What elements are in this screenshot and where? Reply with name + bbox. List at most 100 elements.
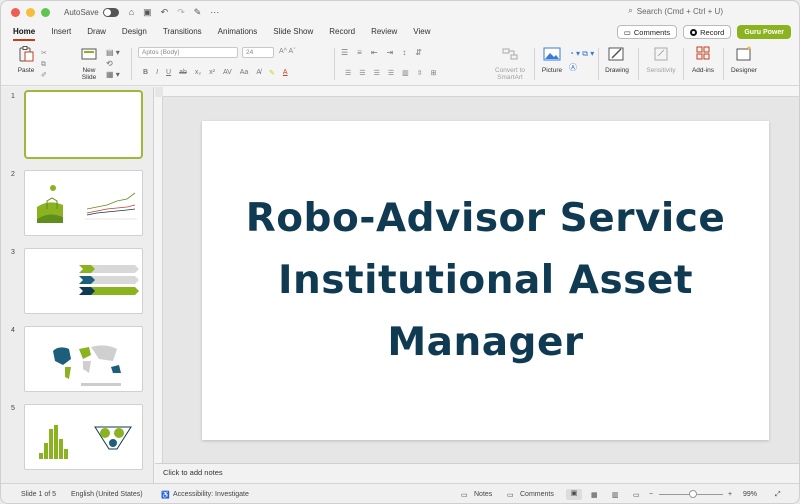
search-box[interactable]: ⌕ Search (Cmd + Ctrl + U) [628,6,723,16]
cut-icon[interactable]: ✂ [41,48,47,59]
ribbon-divider [131,48,132,80]
vertical-align-icon[interactable]: ⊞ [431,69,437,77]
bold-icon[interactable]: B [143,69,148,77]
slide-thumbnail-5[interactable] [24,404,143,470]
section-icon[interactable]: ▦ ▾ [106,69,120,80]
slide-thumbnail-1[interactable] [24,90,143,159]
normal-view-icon[interactable]: ▣ [566,489,582,500]
ribbon-home: Paste ✂ ⧉ ✐ New Slide ▤ ▾ ⟲ ▦ ▾ Aptos (B… [1,42,799,86]
slide-thumbnail-4[interactable] [24,326,143,392]
zoom-level[interactable]: 99% [743,491,757,498]
save-icon[interactable]: ▣ [143,7,152,18]
justify-icon[interactable]: ☰ [388,69,394,77]
increase-indent-icon[interactable]: ⇥ [387,48,394,57]
zoom-slider-handle[interactable] [689,490,697,498]
fit-to-window-icon[interactable]: ⤢ [775,491,781,499]
clear-format-icon[interactable]: A̸ [256,69,261,77]
language-indicator[interactable]: English (United States) [71,491,143,498]
add-ins-button[interactable]: Add-ins [689,46,717,74]
zoom-out-icon[interactable]: − [649,491,653,498]
decrease-font-icon[interactable]: Aˇ [289,48,296,55]
more-icon[interactable]: ⋯ [210,7,219,18]
line-spacing-icon[interactable]: ↕ [402,48,406,57]
underline-icon[interactable]: U [166,69,171,77]
align-center-icon[interactable]: ☰ [359,69,365,77]
tab-home[interactable]: Home [5,23,43,41]
zoom-in-icon[interactable]: + [728,491,732,498]
font-size-dropdown[interactable]: 24 [242,47,274,58]
close-window-button[interactable] [11,7,20,17]
redo-icon[interactable]: ↷ [177,7,185,18]
comment-icon: ▭ [623,27,631,37]
numbering-icon[interactable]: ≡ [357,48,362,57]
paste-label: Paste [17,67,35,74]
reset-icon[interactable]: ⟲ [106,58,120,69]
convert-to-smartart-button[interactable]: Convert to SmartArt [490,46,530,81]
bullets-icon[interactable]: ☰ [341,48,348,57]
tab-review[interactable]: Review [363,23,405,41]
drawing-button[interactable]: Drawing [603,46,631,74]
spacing-icon[interactable]: AV [223,69,232,77]
slide-count: Slide 1 of 5 [21,491,57,498]
format-painter-icon[interactable]: ✎ [194,7,202,18]
slide-title-textbox[interactable]: Robo-Advisor Service Institutional Asset… [246,188,726,374]
align-text-icon[interactable]: ⇳ [417,69,423,77]
tab-insert[interactable]: Insert [43,23,79,41]
subscript-icon[interactable]: x₂ [195,69,201,77]
comments-status-button[interactable]: Comments [520,491,554,498]
sensitivity-button[interactable]: Sensitivity [643,46,679,74]
picture-button[interactable]: Picture [539,46,565,74]
clipboard-small-tools: ✂ ⧉ ✐ [41,48,47,81]
undo-icon[interactable]: ↶ [161,7,169,18]
autosave-toggle[interactable] [102,7,119,17]
tab-draw[interactable]: Draw [79,23,114,41]
accessibility-status[interactable]: Accessibility: Investigate [173,491,249,498]
text-direction-icon[interactable]: ⇵ [415,48,422,57]
slide-5-preview [39,425,132,459]
font-color-icon[interactable]: A [283,69,288,77]
search-input[interactable]: Search (Cmd + Ctrl + U) [637,7,723,16]
tab-slide-show[interactable]: Slide Show [265,23,321,41]
home-icon[interactable]: ⌂ [129,7,134,18]
format-brush-icon[interactable]: ✐ [41,70,47,81]
notes-button[interactable]: Notes [474,491,492,498]
current-slide[interactable]: Robo-Advisor Service Institutional Asset… [202,121,769,440]
highlight-icon[interactable]: ✎ [269,69,275,77]
tab-transitions[interactable]: Transitions [155,23,210,41]
record-button-label: Record [700,27,725,37]
strikethrough-icon[interactable]: ab [179,69,187,77]
copy-icon[interactable]: ⧉ [41,59,47,70]
tab-record[interactable]: Record [321,23,363,41]
minimize-window-button[interactable] [26,7,35,17]
superscript-icon[interactable]: x² [209,69,215,77]
notes-pane[interactable]: Click to add notes [155,463,799,483]
designer-button[interactable]: Designer [728,46,760,74]
decrease-indent-icon[interactable]: ⇤ [371,48,378,57]
tab-animations[interactable]: Animations [210,23,266,41]
slide-thumbnail-2[interactable] [24,170,143,236]
textbox-icon[interactable]: Ⓐ [569,61,594,75]
record-button[interactable]: Record [683,25,732,39]
align-right-icon[interactable]: ☰ [374,69,380,77]
layout-icon[interactable]: ▤ ▾ [106,47,120,58]
tab-view[interactable]: View [405,23,438,41]
change-case-icon[interactable]: Aa [240,69,249,77]
guru-power-button[interactable]: Guru Power [737,25,791,39]
slide-show-icon[interactable]: ▭ [633,491,640,499]
tab-design[interactable]: Design [114,23,155,41]
new-slide-button[interactable]: New Slide [75,46,103,81]
align-left-icon[interactable]: ☰ [345,69,351,77]
shapes-icon[interactable]: ◔ ▾ ⧉ ▾ [569,47,594,61]
reading-view-icon[interactable]: ▥ [612,491,619,499]
slide-sorter-icon[interactable]: ▦ [591,491,598,499]
columns-icon[interactable]: ▥ [402,69,409,77]
increase-font-icon[interactable]: A^ [279,48,287,55]
paste-button[interactable]: Paste [13,46,39,74]
font-name-dropdown[interactable]: Aptos (Body) [138,47,238,58]
italic-icon[interactable]: I [156,69,158,77]
zoom-window-button[interactable] [41,7,50,17]
picture-icon [543,47,561,61]
comments-button[interactable]: ▭ Comments [616,25,678,39]
ribbon-divider [638,48,639,80]
slide-thumbnail-3[interactable] [24,248,143,314]
